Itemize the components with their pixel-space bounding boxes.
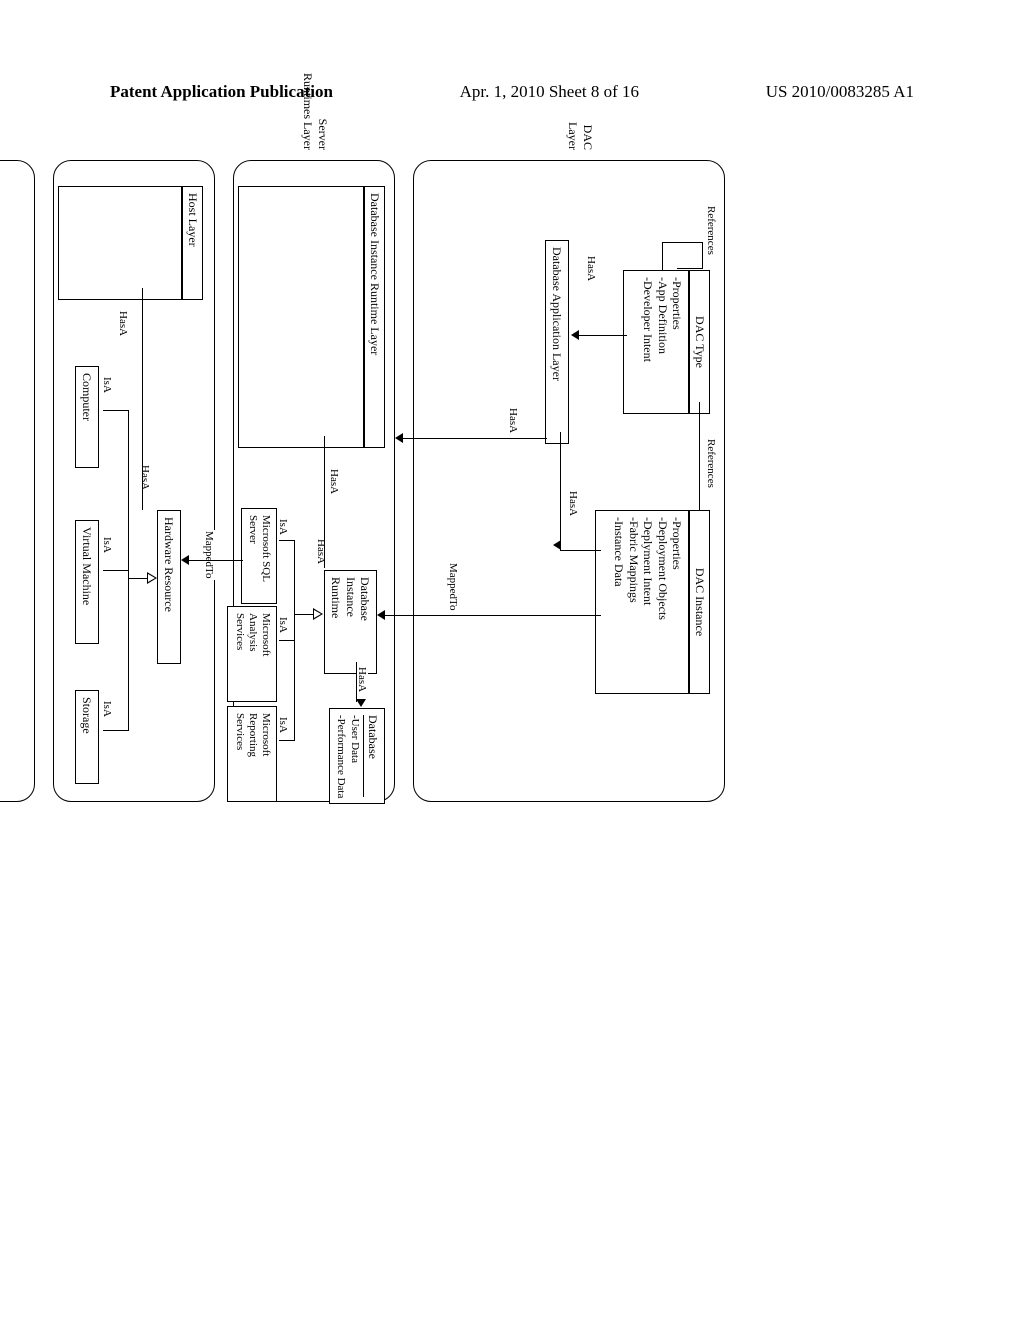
label-hasa-7: HasA xyxy=(139,464,151,491)
box-dac-type-title: DAC Type xyxy=(689,270,710,414)
box-dac-instance-attrs: -Properties -Deployment Objects -Deplyme… xyxy=(595,510,689,694)
hollow-triangle-icon xyxy=(147,572,157,584)
diagram-root: DAC Layer Server Runtimes Layer Host Res… xyxy=(0,160,755,800)
label-dac-layer: DAC Layer xyxy=(565,54,595,150)
label-isa-analysis: IsA xyxy=(277,616,289,634)
box-dirl-body xyxy=(238,186,364,448)
label-hasa-1: HasA xyxy=(585,255,597,282)
box-host-layer-body xyxy=(58,186,182,300)
hdr-mid: Apr. 1, 2010 Sheet 8 of 16 xyxy=(460,82,639,102)
box-hardware-resource: Hardware Resource xyxy=(157,510,181,664)
box-host-layer-label: Host Layer xyxy=(182,186,203,300)
box-storage: Storage xyxy=(75,690,99,784)
label-hasa-3: HasA xyxy=(507,407,519,434)
box-ms-sql-server: Microsoft SQL Server xyxy=(241,508,277,604)
arrow-icon xyxy=(356,699,366,707)
label-hasa-5: HasA xyxy=(356,666,368,693)
arrow-icon xyxy=(553,540,561,550)
box-ms-analysis-services: Microsoft Analysis Services xyxy=(227,606,277,702)
label-hasa-8: HasA xyxy=(117,310,129,337)
label-hasa-2: HasA xyxy=(567,490,579,517)
label-isa-sql: IsA xyxy=(277,518,289,536)
box-db-app-layer: Database Application Layer xyxy=(545,240,569,444)
label-isa-storage: IsA xyxy=(101,700,113,718)
box-db-instance-runtime-layer: Database Instance Runtime Layer xyxy=(364,186,385,448)
label-isa-vm: IsA xyxy=(101,536,113,554)
box-dac-type-attrs: -Properties -App Definition -Developer I… xyxy=(623,270,689,414)
arrow-icon xyxy=(181,555,189,565)
arrow-icon xyxy=(395,433,403,443)
label-references-right: References xyxy=(705,438,717,489)
label-mappedto-1: MappedTo xyxy=(447,562,459,612)
label-mappedto-2: MappedTo xyxy=(203,530,215,580)
label-hasa-4: HasA xyxy=(328,468,340,495)
box-db-instance-runtime: Database Instance Runtime xyxy=(324,570,377,674)
box-computer: Computer xyxy=(75,366,99,468)
box-dac-instance-title: DAC Instance xyxy=(689,510,710,694)
hollow-triangle-icon xyxy=(313,608,323,620)
box-ms-reporting-services: Microsoft Reporting Services xyxy=(227,706,277,802)
label-hasa-6: HasA xyxy=(315,538,327,565)
arrow-icon xyxy=(377,610,385,620)
label-isa-reporting: IsA xyxy=(277,716,289,734)
arrow-icon xyxy=(571,330,579,340)
label-references-left: References xyxy=(705,205,717,256)
group-dac-layer xyxy=(413,160,725,802)
label-server-runtimes-layer: Server Runtimes Layer xyxy=(300,54,330,150)
hdr-right: US 2010/0083285 A1 xyxy=(766,82,914,102)
label-isa-computer: IsA xyxy=(101,376,113,394)
group-host-resources-layer xyxy=(0,160,35,802)
box-database: Database -User Data -Performance Data xyxy=(329,708,385,804)
box-virtual-machine: Virtual Machine xyxy=(75,520,99,644)
